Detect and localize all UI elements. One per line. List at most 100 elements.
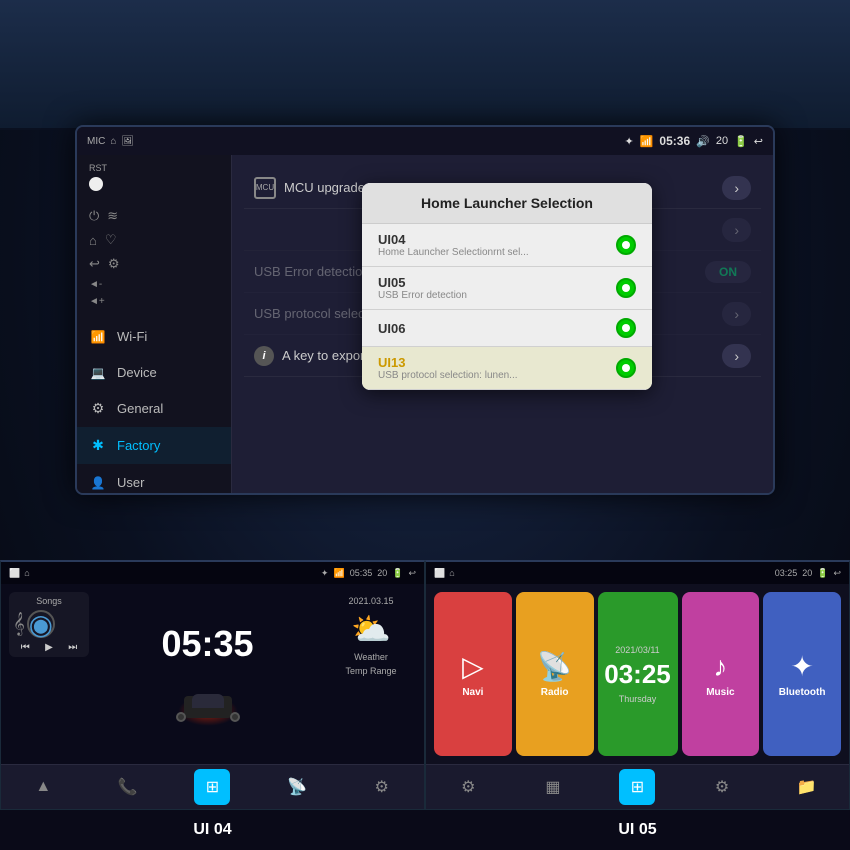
tile-time-display: 03:25 [604, 659, 671, 690]
sidebar-item-user[interactable]: User [77, 464, 231, 495]
car-visualization [168, 671, 248, 726]
ui04-back-icon[interactable]: ↩ [408, 568, 416, 579]
launcher-arrow-btn[interactable]: › [722, 218, 751, 242]
ui04-nav-home[interactable]: ⊞ [194, 769, 230, 805]
car-wheel-right [230, 712, 240, 722]
heartbeat-icon: ♡ [105, 232, 117, 248]
ui04-left-panel: Songs 𝄞 ◉ ⏮ ▶ ⏭ [9, 592, 89, 756]
ui05-name: UI05 [378, 275, 467, 290]
vol-up-icon[interactable]: ◄+ [89, 296, 105, 307]
ui05-tiles: ▷ Navi 📡 Radio 2021/03/11 03:25 Thursday… [426, 584, 849, 764]
ui04-nav-settings[interactable]: ⚙ [364, 769, 400, 805]
tile-date: 2021/03/11 [615, 645, 659, 655]
ui06-radio[interactable] [616, 318, 636, 338]
ui05-bat-icon: 🔋 [817, 568, 828, 579]
back-sidebar-icon[interactable]: ↩ [89, 256, 100, 272]
ui04-weather-label: Weather [354, 652, 388, 662]
tile-time[interactable]: 2021/03/11 03:25 Thursday [598, 592, 678, 756]
ui04-radio[interactable] [616, 235, 636, 255]
ui04-radio-inner [622, 241, 630, 249]
device-icon [89, 364, 107, 380]
ui05-radio-inner [622, 284, 630, 292]
power-icon[interactable]: ⏻ [89, 208, 99, 224]
screen-icon: 🖼 [121, 136, 134, 147]
ui-labels: UI 04 UI 05 [0, 810, 850, 850]
ui04-nav-signal[interactable]: 📡 [279, 769, 315, 805]
dropdown-item-ui05[interactable]: UI05 USB Error detection [362, 267, 652, 310]
tile-navi[interactable]: ▷ Navi [434, 592, 512, 756]
dropdown-item-ui06[interactable]: UI06 [362, 310, 652, 347]
ui04-bat-icon: 🔋 [392, 568, 403, 579]
rst-label: RST [77, 163, 231, 173]
next-icon[interactable]: ⏭ [68, 642, 77, 653]
export-arrow-btn[interactable]: › [722, 344, 751, 368]
ui05-status-home: ⌂ [449, 568, 454, 578]
vol-down-icon[interactable]: ◄- [89, 279, 102, 290]
bluetooth-icon: ✦ [625, 135, 634, 148]
home-sidebar-icon[interactable]: ⌂ [89, 233, 97, 248]
ui13-radio[interactable] [616, 358, 636, 378]
ui05-nav-folder[interactable]: 📁 [789, 769, 825, 805]
ui04-info: UI04 Home Launcher Selectionrnt sel... [378, 232, 529, 258]
sidebar-item-wifi[interactable]: Wi-Fi [77, 318, 231, 354]
launcher-dropdown: Home Launcher Selection UI04 Home Launch… [362, 183, 652, 390]
ui06-name: UI06 [378, 321, 405, 336]
main-content: RST ⏻ ≋ ⌂ ♡ ↩ ⚙ [77, 155, 773, 493]
ui04-screen: ⬜ ⌂ ✦ 📶 05:35 20 🔋 ↩ Songs [0, 560, 425, 810]
export-label-group: i A key to export [254, 346, 368, 366]
volume-icon: 🔊 [696, 135, 710, 148]
prev-icon[interactable]: ⏮ [21, 642, 30, 653]
tile-music[interactable]: ♪ Music [682, 592, 760, 756]
mcu-label: MCU upgrade [284, 180, 365, 195]
ui05-nav-gear[interactable]: ⚙ [704, 769, 740, 805]
sidebar-wifi-label: Wi-Fi [117, 329, 147, 344]
radio-label: Radio [541, 687, 569, 698]
play-icon[interactable]: ▶ [45, 642, 53, 653]
ui05-nav-settings[interactable]: ⚙ [450, 769, 486, 805]
ui04-center-panel: 05:35 [97, 592, 318, 756]
dropdown-item-ui13[interactable]: UI13 USB protocol selection: lunen... [362, 347, 652, 390]
ui05-nav-home[interactable]: ⊞ [619, 769, 655, 805]
ui04-big-time: 05:35 [161, 623, 253, 665]
ui04-sub: Home Launcher Selectionrnt sel... [378, 247, 529, 258]
ui05-screen: ⬜ ⌂ 03:25 20 🔋 ↩ ▷ Navi 📡 Radio [425, 560, 850, 810]
ui04-right-panel: 2021.03.15 ⛅ Weather Temp Range [326, 592, 416, 756]
ui04-battery: 20 [377, 568, 387, 578]
tile-radio[interactable]: 📡 Radio [516, 592, 594, 756]
ui04-status-bar: ⬜ ⌂ ✦ 📶 05:35 20 🔋 ↩ [1, 562, 424, 584]
ui04-content: Songs 𝄞 ◉ ⏮ ▶ ⏭ 05:35 [1, 584, 424, 764]
bottom-screens: ⬜ ⌂ ✦ 📶 05:35 20 🔋 ↩ Songs [0, 560, 850, 810]
usb-protocol-arrow-btn[interactable]: › [722, 302, 751, 326]
sidebar-item-device[interactable]: Device [77, 354, 231, 390]
music-icon: ♪ [713, 651, 727, 683]
ui05-nav-chart[interactable]: ▦ [535, 769, 571, 805]
mcu-arrow-btn[interactable]: › [722, 176, 751, 200]
bottom-section: ⬜ ⌂ ✦ 📶 05:35 20 🔋 ↩ Songs [0, 560, 850, 850]
ui04-nav-navigate[interactable]: ▲ [25, 769, 61, 805]
ui05-time: 03:25 [775, 568, 798, 578]
tile-bluetooth[interactable]: ✦ Bluetooth [763, 592, 841, 756]
sidebar-item-general[interactable]: General [77, 390, 231, 427]
sidebar-item-factory[interactable]: Factory [77, 427, 231, 464]
back-icon[interactable]: ↩ [754, 135, 763, 148]
dropdown-title: Home Launcher Selection [362, 183, 652, 224]
music-controls: ⏮ ▶ ⏭ [13, 642, 85, 653]
ui04-nav-phone[interactable]: 📞 [110, 769, 146, 805]
ui05-radio[interactable] [616, 278, 636, 298]
mic-label: MIC [87, 136, 105, 147]
main-screen: MIC ⌂ 🖼 ✦ 📶 05:36 🔊 20 🔋 ↩ RST ⏻ [75, 125, 775, 495]
bluetooth-tile-icon: ✦ [790, 650, 813, 683]
dropdown-item-ui04[interactable]: UI04 Home Launcher Selectionrnt sel... [362, 224, 652, 267]
usb-error-label-group: USB Error detection [254, 264, 370, 279]
ui04-date: 2021.03.15 [348, 596, 393, 606]
home-icon: ⌂ [110, 136, 116, 147]
ui05-back-icon[interactable]: ↩ [833, 568, 841, 579]
ui06-info: UI06 [378, 321, 405, 336]
ui04-label: UI 04 [0, 810, 425, 850]
ui13-radio-inner [622, 364, 630, 372]
usb-error-on-btn[interactable]: ON [705, 261, 751, 283]
ui05-navbar: ⚙ ▦ ⊞ ⚙ 📁 [426, 764, 849, 809]
music-clef-icon: 𝄞 [13, 613, 25, 636]
navi-icon: ▷ [462, 650, 484, 683]
tile-day: Thursday [619, 694, 657, 704]
